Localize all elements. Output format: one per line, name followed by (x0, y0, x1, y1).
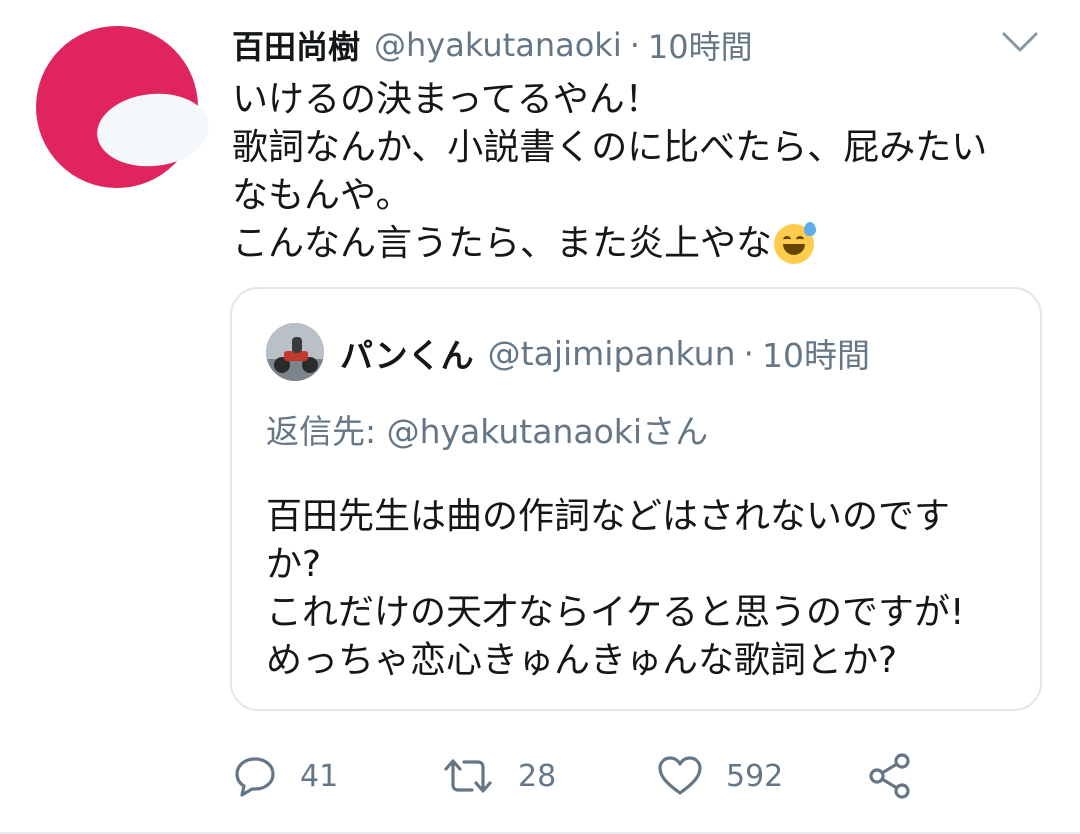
quoted-text-line: か? (266, 544, 322, 585)
reply-to-handle[interactable]: @hyakutanaoki (387, 412, 642, 451)
author-avatar[interactable] (36, 26, 213, 188)
quoted-tweet-text: 百田先生は曲の作詞などはされないのです か? これだけの天才ならイケると思うので… (266, 493, 1016, 685)
quoted-author-name[interactable]: パンくん (340, 329, 474, 377)
like-count: 592 (726, 758, 784, 794)
tweet-text: いけるの決まってるやん！ 歌詞なんか、小説書くのに比べたら、屁みたい なもんや。… (232, 76, 1052, 268)
tweet-text-line: なもんや。 (232, 175, 412, 216)
author-name[interactable]: 百田尚樹 (232, 22, 360, 68)
retweet-icon (440, 753, 496, 799)
chevron-down-icon[interactable] (1000, 30, 1040, 54)
quoted-text-line: これだけの天才ならイケると思うのですが! (266, 592, 965, 633)
tweet-text-line: 歌詞なんか、小説書くのに比べたら、屁みたい (232, 127, 988, 168)
tweet-text-line: こんなん言うたら、また炎上やな (232, 223, 773, 264)
quoted-tweet-time[interactable]: 10時間 (762, 329, 870, 377)
header-separator: · (629, 26, 640, 64)
reply-prefix: 返信先: (266, 412, 387, 451)
reply-suffix: さん (642, 412, 709, 451)
quoted-tweet-header: パンくん @tajimipankun · 10時間 (340, 329, 870, 377)
retweet-count: 28 (518, 758, 557, 794)
tweet-time[interactable]: 10時間 (648, 22, 753, 68)
tweet-text-line-with-emoji: こんなん言うたら、また炎上やな (232, 220, 1052, 268)
tweet-text-line: いけるの決まってるやん！ (232, 79, 661, 120)
quoted-author-handle[interactable]: @tajimipankun (488, 334, 736, 373)
reply-button[interactable]: 41 (232, 748, 338, 804)
share-button[interactable] (866, 748, 916, 804)
quoted-text-line: 百田先生は曲の作詞などはされないのです (266, 496, 951, 537)
heart-icon (656, 753, 704, 799)
sweat-smile-emoji-icon (774, 222, 817, 264)
quoted-author-avatar[interactable] (266, 323, 324, 381)
retweet-button[interactable]: 28 (440, 748, 556, 804)
quoted-text-line: めっちゃ恋心きゅんきゅんな歌詞とか? (266, 640, 898, 681)
quoted-tweet[interactable]: パンくん @tajimipankun · 10時間 返信先: @hyakutan… (230, 287, 1042, 711)
like-button[interactable]: 592 (656, 748, 783, 804)
quoted-header-separator: · (743, 333, 754, 373)
avatar-shape (93, 88, 213, 172)
reply-context: 返信先: @hyakutanaokiさん (266, 405, 708, 453)
author-handle[interactable]: @hyakutanaoki (374, 26, 622, 64)
share-icon (866, 751, 916, 801)
reply-count: 41 (300, 758, 339, 794)
comment-icon (232, 753, 278, 799)
tweet-actions: 41 28 592 (232, 748, 932, 804)
tweet-header: 百田尚樹 @hyakutanaoki · 10時間 (232, 22, 753, 68)
